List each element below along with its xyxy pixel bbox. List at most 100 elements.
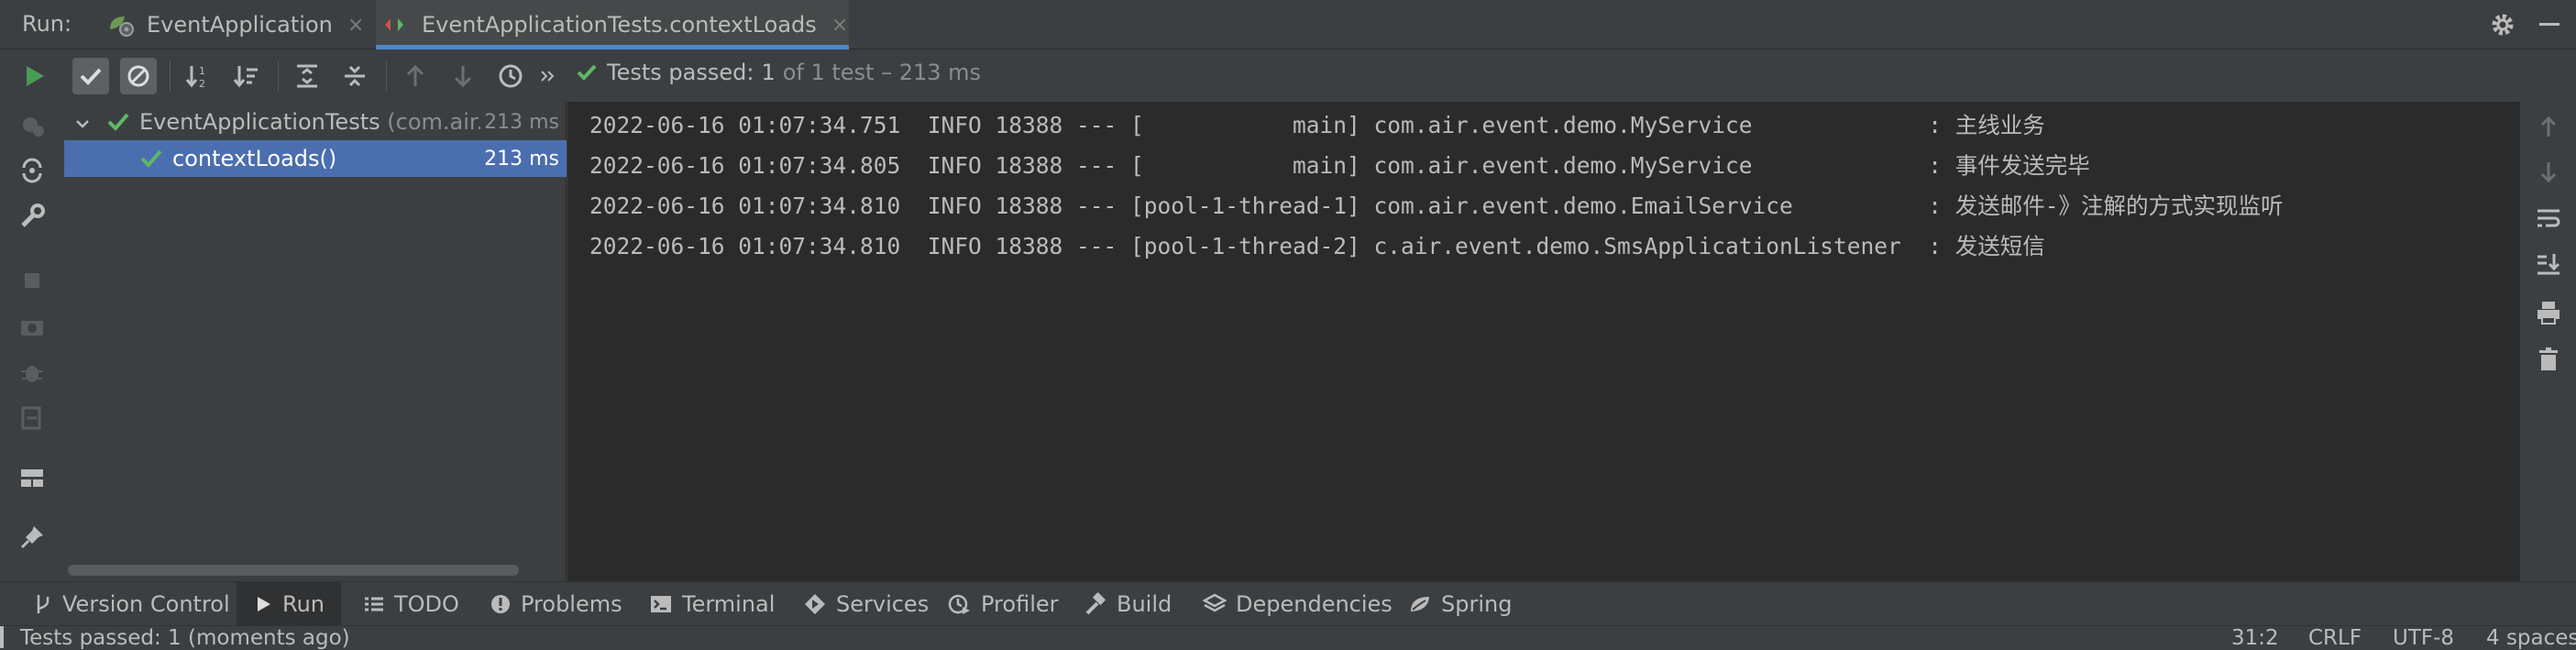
toolbar-separator [170, 61, 171, 91]
check-icon [106, 110, 130, 134]
show-passed-icon[interactable] [72, 58, 109, 94]
tool-window-bar: Version Control Run TODO Problems Termin… [0, 581, 2576, 626]
close-icon[interactable]: × [347, 14, 364, 37]
tab-dependencies[interactable]: Dependencies [1203, 582, 1393, 626]
file-encoding[interactable]: UTF-8 [2393, 626, 2454, 650]
tab-problems[interactable]: Problems [490, 582, 622, 626]
status-detail: of 1 test – 213 ms [782, 60, 982, 85]
tab-event-application[interactable]: EventApplication × [101, 0, 364, 50]
info-icon [491, 595, 510, 613]
tab-label: Services [836, 591, 930, 617]
profiler-icon [948, 594, 970, 614]
close-icon[interactable]: × [831, 14, 848, 37]
tab-label: Terminal [682, 591, 776, 617]
scroll-up-icon[interactable] [2535, 113, 2562, 140]
tab-label: EventApplicationTests.contextLoads [422, 12, 817, 38]
stop-icon[interactable] [18, 267, 46, 294]
sort-alpha-icon[interactable]: 12 [181, 58, 217, 94]
test-duration: 213 ms [484, 147, 559, 171]
run-label: Run: [22, 11, 72, 37]
tab-event-application-tests[interactable]: EventApplicationTests.contextLoads × [376, 0, 849, 50]
line-separator[interactable]: CRLF [2308, 626, 2361, 650]
rerun-icon[interactable] [17, 58, 53, 94]
console-line: 2022-06-16 01:07:34.810 INFO 18388 --- [… [589, 193, 2284, 219]
terminal-icon [651, 596, 671, 612]
status-passed-count: 1 [761, 60, 776, 85]
bug-icon[interactable] [18, 358, 46, 386]
tab-label: Build [1117, 591, 1172, 617]
list-icon [365, 597, 383, 611]
console-output[interactable]: 2022-06-16 01:07:34.751 INFO 18388 --- [… [567, 102, 2520, 581]
show-ignored-icon[interactable] [120, 58, 157, 94]
console-line: 2022-06-16 01:07:34.810 INFO 18388 --- [… [589, 233, 2045, 259]
horizontal-scrollbar[interactable] [68, 565, 519, 576]
svg-text:2: 2 [199, 78, 205, 90]
scroll-down-icon[interactable] [2535, 159, 2562, 186]
scroll-to-end-icon[interactable] [2535, 250, 2562, 278]
test-toolbar: 12 Tests passed: 1 of 1 test – 213 ms [0, 50, 2576, 102]
status-bar: Tests passed: 1 (moments ago) 31:2 CRLF … [0, 625, 2576, 650]
exit-icon[interactable] [18, 404, 46, 432]
tab-spring[interactable]: Spring [1408, 582, 1512, 626]
left-action-strip [0, 102, 64, 581]
console-line: 2022-06-16 01:07:34.805 INFO 18388 --- [… [589, 152, 2090, 179]
svg-text:1: 1 [199, 65, 205, 77]
services-icon [805, 594, 825, 614]
camera-icon[interactable] [18, 313, 46, 340]
tab-version-control[interactable]: Version Control [33, 582, 230, 626]
tab-run[interactable]: Run [237, 582, 342, 626]
tab-label: Dependencies [1236, 591, 1393, 617]
tree-row-test-class[interactable]: EventApplicationTests (com.air.ev 213 ms [64, 104, 567, 140]
toolbar-separator [278, 61, 279, 91]
trash-icon[interactable] [2535, 346, 2562, 373]
tab-label: Run [282, 591, 325, 617]
tab-profiler[interactable]: Profiler [948, 582, 1059, 626]
right-action-strip [2520, 102, 2576, 581]
tree-row-test-method[interactable]: contextLoads() 213 ms [64, 140, 567, 177]
print-icon[interactable] [2535, 299, 2562, 326]
tab-label: Spring [1441, 591, 1513, 617]
tab-todo[interactable]: TODO [363, 582, 459, 626]
more-icon[interactable] [534, 58, 562, 94]
indent-setting[interactable]: 4 spaces [2486, 626, 2576, 650]
tab-terminal[interactable]: Terminal [649, 582, 775, 626]
tab-label: TODO [394, 591, 459, 617]
pin-icon[interactable] [18, 523, 46, 551]
sort-duration-icon[interactable] [228, 58, 265, 94]
history-icon[interactable] [492, 58, 529, 94]
layers-icon [1203, 593, 1227, 612]
tab-services[interactable]: Services [803, 582, 929, 626]
toggle-auto-test-icon[interactable] [18, 157, 46, 184]
prev-failed-icon[interactable] [397, 58, 434, 94]
test-class-name: EventApplicationTests (com.air.ev [139, 109, 511, 135]
caret-position[interactable]: 31:2 [2231, 626, 2279, 650]
test-tree: EventApplicationTests (com.air.ev 213 ms… [64, 102, 567, 581]
check-icon [576, 61, 598, 83]
minimize-icon[interactable] [2539, 23, 2559, 26]
test-status: Tests passed: 1 of 1 test – 213 ms [576, 60, 981, 85]
tab-label: Version Control [62, 591, 230, 617]
branch-icon [37, 595, 50, 613]
collapse-all-icon[interactable] [336, 58, 373, 94]
test-config-icon [381, 11, 413, 39]
test-duration: 213 ms [480, 110, 559, 134]
status-message[interactable]: Tests passed: 1 (moments ago) [20, 626, 350, 650]
soft-wrap-icon[interactable] [2535, 204, 2562, 232]
tab-label: Problems [521, 591, 622, 617]
play-icon [258, 597, 270, 611]
tab-build[interactable]: Build [1084, 582, 1172, 626]
hammer-icon [1085, 592, 1106, 615]
spring-leaf-icon [1411, 597, 1429, 611]
next-failed-icon[interactable] [445, 58, 481, 94]
panel-toggle-icon[interactable] [0, 626, 4, 648]
toolbar-separator [386, 61, 387, 91]
test-method-name: contextLoads() [172, 146, 337, 171]
debug-icon[interactable] [18, 111, 46, 138]
gear-icon[interactable] [2489, 11, 2516, 39]
console-line: 2022-06-16 01:07:34.751 INFO 18388 --- [… [589, 112, 2045, 138]
layout-icon[interactable] [18, 464, 46, 491]
check-icon [139, 147, 163, 171]
wrench-icon[interactable] [18, 203, 46, 230]
chevron-down-icon[interactable] [73, 113, 92, 131]
expand-all-icon[interactable] [289, 58, 325, 94]
